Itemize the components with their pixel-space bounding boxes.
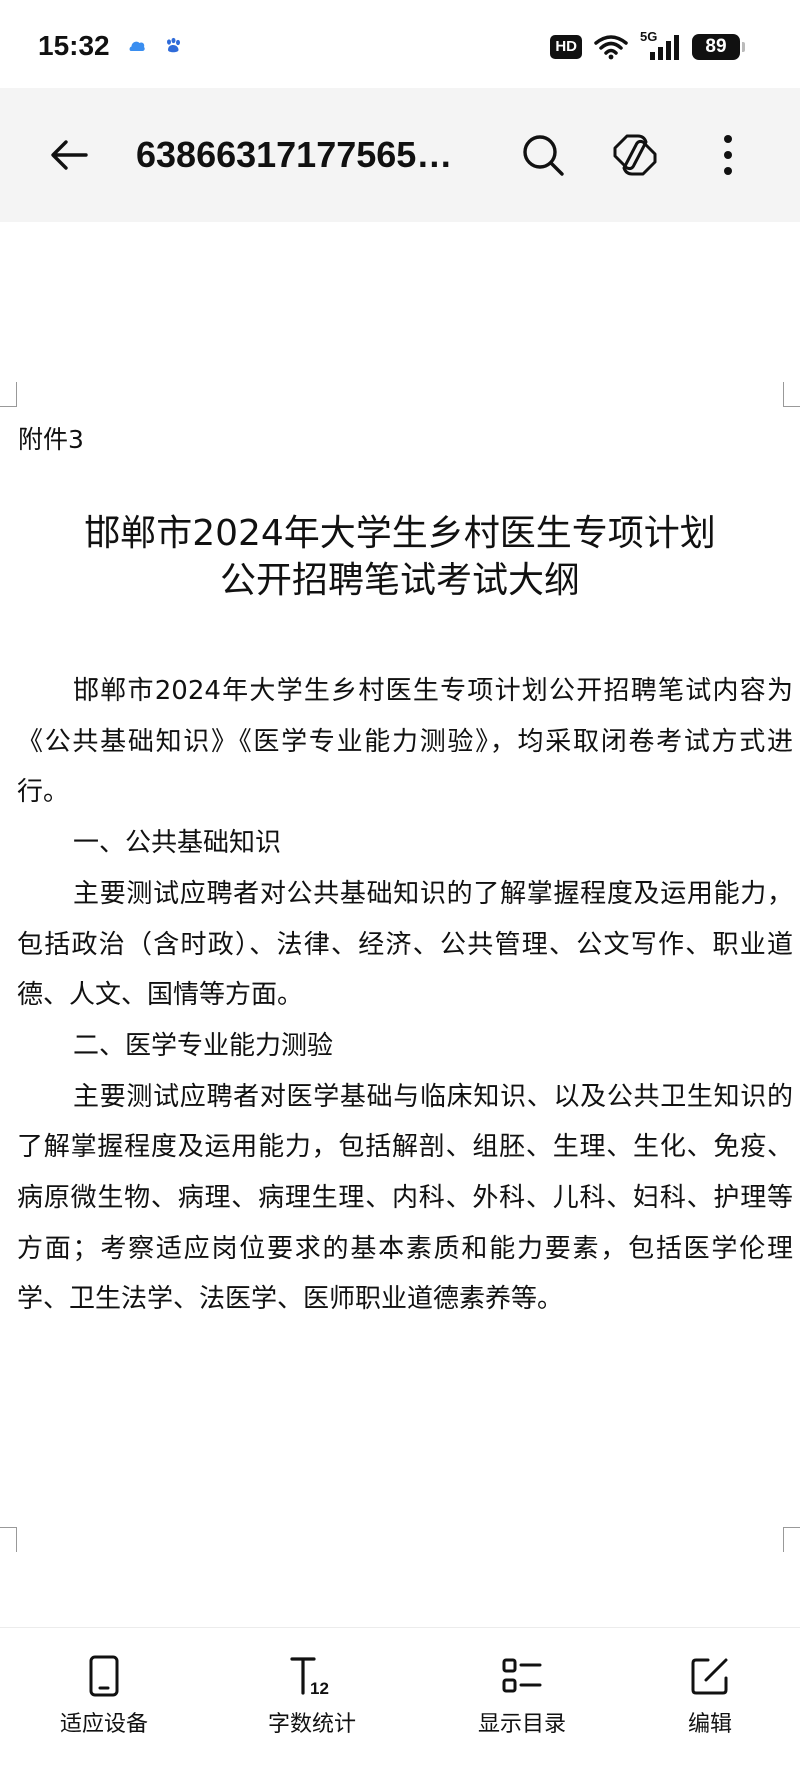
document-page[interactable]: 附件3 邯郸市2024年大学生乡村医生专项计划 公开招聘笔试考试大纲 邯郸市20… [0,222,800,1627]
word-count-label: 字数统计 [267,1712,356,1737]
cloud-app-icon [129,41,145,51]
show-toc-label: 显示目录 [477,1712,566,1737]
baidu-paw-icon [167,37,180,53]
word-count-icon: 12 [290,1657,329,1698]
fit-device-button[interactable]: 适应设备 [14,1654,194,1738]
status-time: 15:32 [38,30,110,61]
paragraph: 邯郸市2024年大学生乡村医生专项计划公开招聘笔试内容为《公共基础知识》《医学专… [17,676,793,808]
edit-icon [691,1658,728,1695]
document-title: 邯郸市2024年大学生乡村医生专项计划 公开招聘笔试考试大纲 [0,510,800,604]
fit-device-label: 适应设备 [59,1712,148,1737]
section-heading: 一、公共基础知识 [73,828,282,859]
page-corner-mark [783,382,800,407]
status-indicators: HD 5G 89 [550,29,745,64]
page-corner-mark [783,1527,800,1552]
section-heading: 二、医学专业能力测验 [73,1030,334,1061]
attachment-label: 附件3 [18,425,84,454]
table-of-contents-icon [502,1658,542,1693]
hd-badge: HD [550,35,582,59]
wifi-icon [594,35,628,60]
title-line: 公开招聘笔试考试大纲 [219,560,580,601]
app-bar: 638663171775652... [0,88,800,222]
document-body: 邯郸市2024年大学生乡村医生专项计划公开招聘笔试内容为《公共基础知识》《医学专… [17,666,793,1325]
file-title: 638663171775652... [136,134,466,175]
bottom-toolbar: 适应设备 12 字数统计 显示目录 编辑 [0,1627,800,1789]
edit-button[interactable]: 编辑 [620,1654,800,1738]
battery-level: 89 [705,36,727,57]
phone-fit-icon [89,1655,119,1697]
paragraph: 主要测试应聘者对医学基础与临床知识、以及公共卫生知识的了解掌握程度及运用能力，包… [17,1081,793,1315]
title-line: 邯郸市2024年大学生乡村医生专项计划 [84,513,716,554]
battery-indicator: 89 [692,34,745,60]
status-bar: 15:32 HD 5G 89 [0,0,800,88]
document-shape-icon[interactable] [610,130,660,180]
back-arrow-icon[interactable] [46,131,94,179]
cellular-signal-icon: 5G [640,29,680,62]
search-icon[interactable] [518,130,568,180]
word-count-button[interactable]: 12 字数统计 [222,1654,402,1738]
svg-text:12: 12 [310,1679,329,1698]
show-toc-button[interactable]: 显示目录 [432,1654,612,1738]
edit-label: 编辑 [687,1712,732,1737]
more-vertical-icon[interactable] [710,130,746,180]
paragraph: 主要测试应聘者对公共基础知识的了解掌握程度及运用能力，包括政治（含时政）、法律、… [17,878,793,1011]
page-corner-mark [0,382,17,407]
page-corner-mark [0,1527,17,1552]
